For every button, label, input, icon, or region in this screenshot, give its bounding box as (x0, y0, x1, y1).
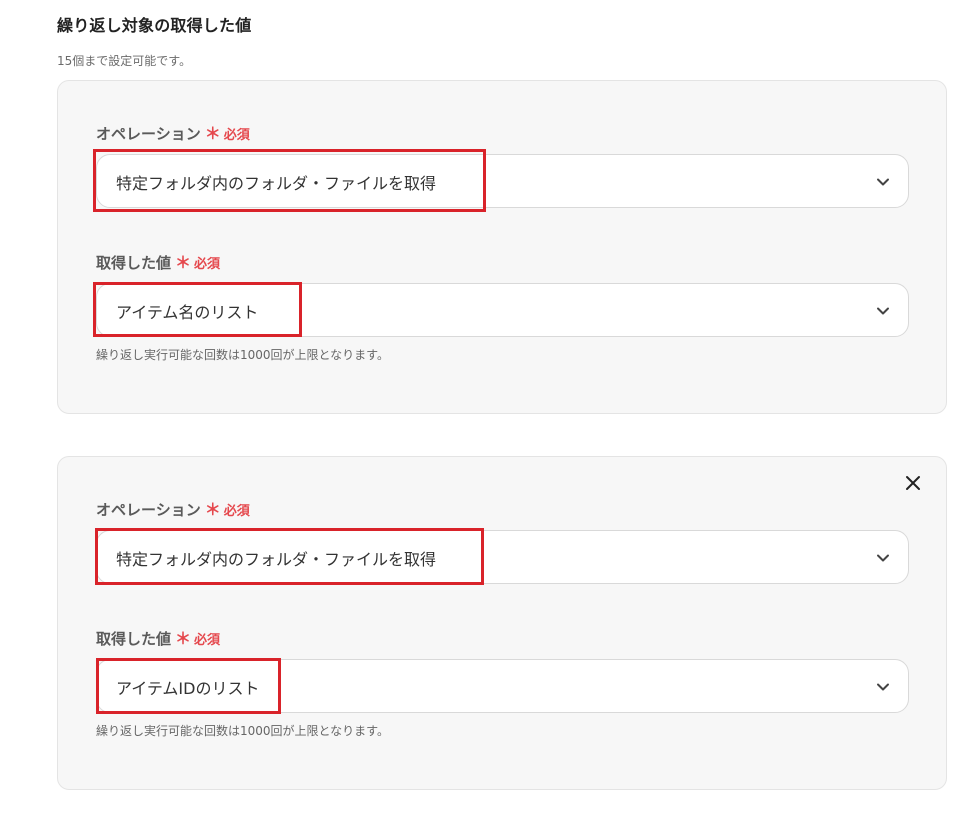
page: 繰り返し対象の取得した値 15個まで設定可能です。 オペレーション ＊ 必須 特… (0, 0, 979, 816)
required-text: 必須 (194, 257, 221, 272)
section-title: 繰り返し対象の取得した値 (57, 16, 252, 35)
required-asterisk: ＊ (204, 124, 221, 143)
operation-select[interactable]: 特定フォルダ内のフォルダ・ファイルを取得 (96, 154, 909, 208)
chevron-down-icon (877, 554, 889, 562)
value-label: 取得した値 ＊ 必須 (96, 249, 220, 273)
value-label-text: 取得した値 (96, 254, 172, 272)
required-asterisk: ＊ (175, 629, 192, 648)
operation-select-value: 特定フォルダ内のフォルダ・ファイルを取得 (116, 174, 437, 193)
loop-limit-hint: 繰り返し実行可能な回数は1000回が上限となります。 (96, 348, 389, 362)
required-asterisk: ＊ (204, 500, 221, 519)
chevron-down-icon (877, 683, 889, 691)
operation-label-text: オペレーション (96, 501, 201, 519)
value-label: 取得した値 ＊ 必須 (96, 625, 220, 649)
section-subtitle: 15個まで設定可能です。 (57, 54, 192, 68)
value-select[interactable]: アイテム名のリスト (96, 283, 909, 337)
operation-label: オペレーション ＊ 必須 (96, 496, 250, 520)
loop-target-card-2: オペレーション ＊ 必須 特定フォルダ内のフォルダ・ファイルを取得 取得した値 … (57, 456, 947, 790)
operation-select-value: 特定フォルダ内のフォルダ・ファイルを取得 (116, 550, 437, 569)
value-label-text: 取得した値 (96, 630, 172, 648)
required-text: 必須 (194, 633, 221, 648)
required-text: 必須 (223, 128, 250, 143)
chevron-down-icon (877, 307, 889, 315)
required-asterisk: ＊ (175, 253, 192, 272)
chevron-down-icon (877, 178, 889, 186)
close-icon[interactable] (904, 474, 922, 492)
loop-target-card-1: オペレーション ＊ 必須 特定フォルダ内のフォルダ・ファイルを取得 取得した値 … (57, 80, 947, 414)
operation-label-text: オペレーション (96, 125, 201, 143)
required-text: 必須 (223, 504, 250, 519)
loop-limit-hint: 繰り返し実行可能な回数は1000回が上限となります。 (96, 724, 389, 738)
value-select[interactable]: アイテムIDのリスト (96, 659, 909, 713)
operation-label: オペレーション ＊ 必須 (96, 120, 250, 144)
value-select-value: アイテムIDのリスト (116, 679, 260, 698)
value-select-value: アイテム名のリスト (116, 303, 259, 322)
operation-select[interactable]: 特定フォルダ内のフォルダ・ファイルを取得 (96, 530, 909, 584)
